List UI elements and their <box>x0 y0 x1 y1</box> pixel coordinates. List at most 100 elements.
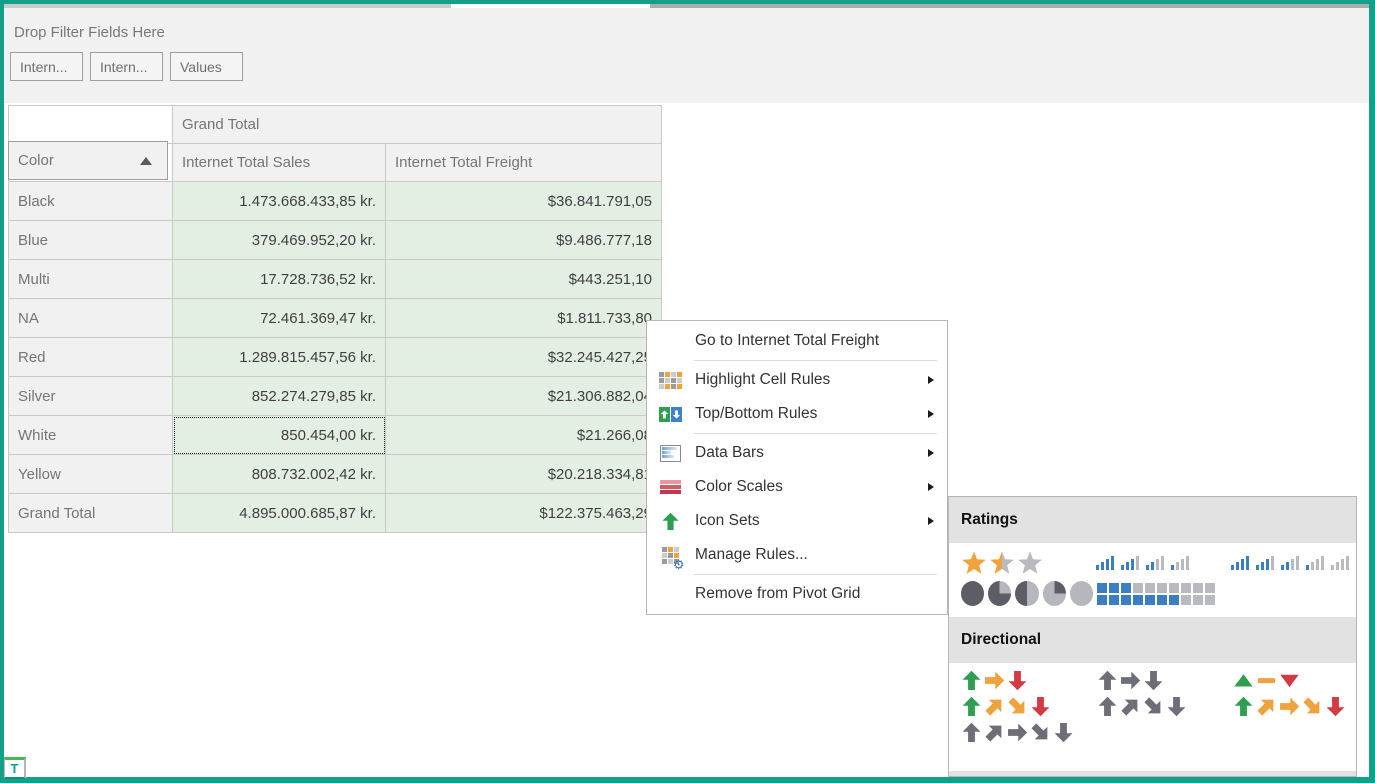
cell-freight-multi[interactable]: $443.251,10 <box>386 260 662 299</box>
icon-set-3-arrows-colored[interactable] <box>961 670 1097 691</box>
cell-sales-red[interactable]: 1.289.815.457,56 kr. <box>173 338 386 377</box>
row-header-na[interactable]: NA <box>9 299 173 338</box>
pivot-row-multi: Multi17.728.736,52 kr.$443.251,10 <box>9 260 662 299</box>
color-scales-icon <box>657 480 683 495</box>
row-field-label: Color <box>18 152 54 169</box>
cell-sales-white[interactable]: 850.454,00 kr. <box>173 416 386 455</box>
icon-set-5-ratings[interactable] <box>1231 556 1356 570</box>
top-bottom-rules-icon <box>657 407 683 422</box>
column-header-internet-total-sales[interactable]: Internet Total Sales <box>173 144 386 182</box>
cell-sales-grand-total[interactable]: 4.895.000.685,87 kr. <box>173 494 386 533</box>
icon-set-4-ratings[interactable] <box>1096 556 1231 570</box>
window-frame-right <box>1369 0 1375 783</box>
cell-sales-silver[interactable]: 852.274.279,85 kr. <box>173 377 386 416</box>
submenu-arrow-icon <box>928 376 934 384</box>
window-frame-bottom <box>0 777 1375 783</box>
cell-freight-na[interactable]: $1.811.733,80 <box>386 299 662 338</box>
column-group-header[interactable]: Grand Total <box>173 106 662 144</box>
cell-sales-multi[interactable]: 17.728.736,52 kr. <box>173 260 386 299</box>
highlight-cell-rules-icon <box>657 372 683 389</box>
icon-sets-icon <box>657 512 683 531</box>
context-menu: Go to Internet Total Freight Highlight Ce… <box>646 320 948 615</box>
cell-freight-white[interactable]: $21.266,08 <box>386 416 662 455</box>
menu-item-icon-sets[interactable]: Icon Sets <box>647 504 947 538</box>
field-button-intern[interactable]: Intern... <box>90 52 163 81</box>
pivot-row-blue: Blue379.469.952,20 kr.$9.486.777,18 <box>9 221 662 260</box>
menu-item-data-bars[interactable]: Data Bars <box>647 436 947 470</box>
field-button-intern[interactable]: Intern... <box>10 52 83 81</box>
pivot-row-black: Black1.473.668.433,85 kr.$36.841.791,05 <box>9 182 662 221</box>
menu-item-remove-from-pivot-grid[interactable]: Remove from Pivot Grid <box>647 577 947 611</box>
browser-tabstrip-edge <box>4 4 1369 8</box>
menu-item-label: Icon Sets <box>695 512 928 530</box>
menu-item-label: Manage Rules... <box>695 546 947 564</box>
icon-set-5-arrows-colored[interactable] <box>1233 696 1346 717</box>
icon-set-3-stars[interactable] <box>961 550 1096 576</box>
pivot-row-red: Red1.289.815.457,56 kr.$32.245.427,25 <box>9 338 662 377</box>
field-button-values[interactable]: Values <box>170 52 243 81</box>
pivot-corner-cell <box>9 106 173 144</box>
cell-freight-red[interactable]: $32.245.427,25 <box>386 338 662 377</box>
row-header-white[interactable]: White <box>9 416 173 455</box>
menu-item-highlight-cell-rules[interactable]: Highlight Cell Rules <box>647 363 947 397</box>
icon-set-5-boxes[interactable] <box>1097 583 1215 605</box>
icon-set-3-arrows-gray[interactable] <box>1097 670 1233 691</box>
cell-freight-blue[interactable]: $9.486.777,18 <box>386 221 662 260</box>
menu-item-label: Go to Internet Total Freight <box>695 332 947 350</box>
submenu-arrow-icon <box>928 483 934 491</box>
menu-item-label: Color Scales <box>695 478 928 496</box>
menu-item-color-scales[interactable]: Color Scales <box>647 470 947 504</box>
cell-sales-black[interactable]: 1.473.668.433,85 kr. <box>173 182 386 221</box>
window-frame-top <box>0 0 1375 4</box>
section-body-directional <box>949 663 1356 754</box>
icon-set-5-quarters[interactable] <box>961 581 1097 606</box>
section-header-ratings: Ratings <box>949 497 1356 543</box>
row-header-multi[interactable]: Multi <box>9 260 173 299</box>
menu-separator <box>694 574 937 575</box>
active-tab-edge <box>451 4 650 8</box>
cell-sales-yellow[interactable]: 808.732.002,42 kr. <box>173 455 386 494</box>
menu-item-go-to-internet-total-freight[interactable]: Go to Internet Total Freight <box>647 324 947 358</box>
menu-item-label: Data Bars <box>695 444 928 462</box>
drop-filter-fields-label: Drop Filter Fields Here <box>14 24 165 41</box>
pivot-row-na: NA72.461.369,47 kr.$1.811.733,80 <box>9 299 662 338</box>
cell-freight-silver[interactable]: $21.306.882,04 <box>386 377 662 416</box>
sort-ascending-icon <box>140 157 152 165</box>
icon-set-4-arrows-gray[interactable] <box>1097 696 1233 717</box>
cell-sales-blue[interactable]: 379.469.952,20 kr. <box>173 221 386 260</box>
submenu-arrow-icon <box>928 449 934 457</box>
manage-rules-icon: ⚙ <box>657 547 683 564</box>
row-header-yellow[interactable]: Yellow <box>9 455 173 494</box>
pivot-row-grand-total: Grand Total4.895.000.685,87 kr.$122.375.… <box>9 494 662 533</box>
icon-set-3-triangles[interactable] <box>1233 670 1300 691</box>
row-header-red[interactable]: Red <box>9 338 173 377</box>
data-bars-icon <box>657 445 683 462</box>
submenu-arrow-icon <box>928 517 934 525</box>
menu-item-label: Highlight Cell Rules <box>695 371 928 389</box>
icon-set-4-arrows-colored[interactable] <box>961 696 1097 717</box>
filter-drop-area[interactable]: Drop Filter Fields Here Intern...Intern.… <box>4 8 1369 103</box>
submenu-arrow-icon <box>928 410 934 418</box>
menu-item-label: Remove from Pivot Grid <box>695 585 947 603</box>
icon-sets-submenu: Ratings Directional <box>948 496 1357 777</box>
row-header-grand-total[interactable]: Grand Total <box>9 494 173 533</box>
menu-item-top-bottom-rules[interactable]: Top/Bottom Rules <box>647 397 947 431</box>
row-field-color-button[interactable]: Color <box>8 141 168 180</box>
row-header-black[interactable]: Black <box>9 182 173 221</box>
pivot-grid: Grand Total Internet Total Sales Interne… <box>8 105 663 533</box>
section-header-directional: Directional <box>949 617 1356 663</box>
cell-freight-grand-total[interactable]: $122.375.463,29 <box>386 494 662 533</box>
column-header-internet-total-freight[interactable]: Internet Total Freight <box>386 144 662 182</box>
tabstrip-right-edge <box>650 4 1369 8</box>
row-header-silver[interactable]: Silver <box>9 377 173 416</box>
menu-item-label: Top/Bottom Rules <box>695 405 928 423</box>
cell-freight-yellow[interactable]: $20.218.334,81 <box>386 455 662 494</box>
pivot-row-silver: Silver852.274.279,85 kr.$21.306.882,04 <box>9 377 662 416</box>
icon-set-5-arrows-gray[interactable] <box>961 722 1074 743</box>
row-header-blue[interactable]: Blue <box>9 221 173 260</box>
menu-item-manage-rules[interactable]: ⚙ Manage Rules... <box>647 538 947 572</box>
menu-separator <box>694 433 937 434</box>
cell-freight-black[interactable]: $36.841.791,05 <box>386 182 662 221</box>
screenshot-tool-watermark[interactable]: T <box>4 757 26 779</box>
cell-sales-na[interactable]: 72.461.369,47 kr. <box>173 299 386 338</box>
